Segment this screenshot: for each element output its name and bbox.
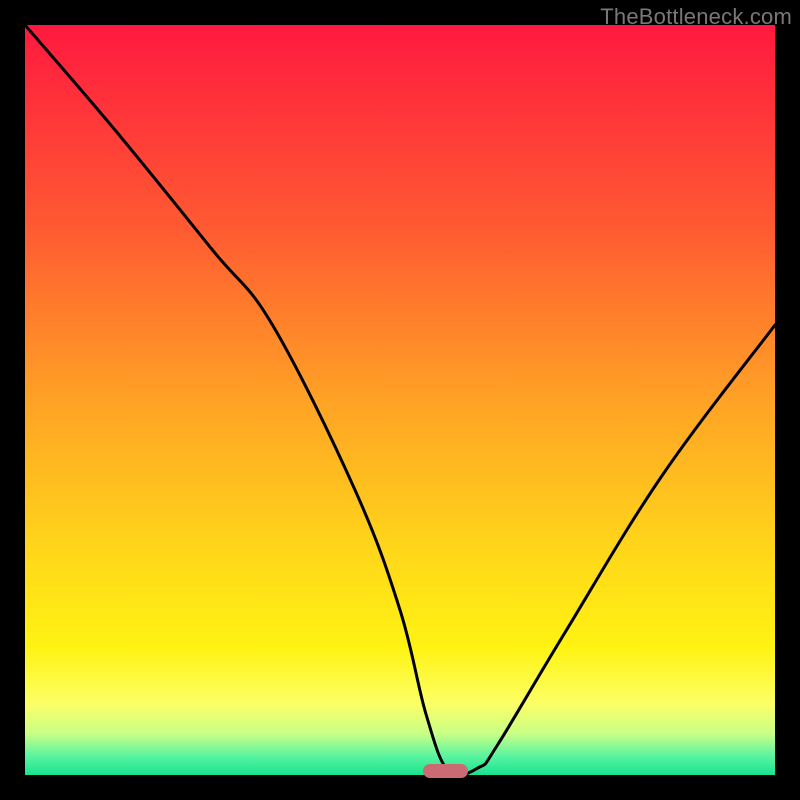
plot-area (25, 25, 775, 775)
optimal-marker (423, 764, 468, 778)
curve-layer (25, 25, 775, 775)
chart-frame: TheBottleneck.com (0, 0, 800, 800)
bottleneck-curve (25, 25, 775, 775)
